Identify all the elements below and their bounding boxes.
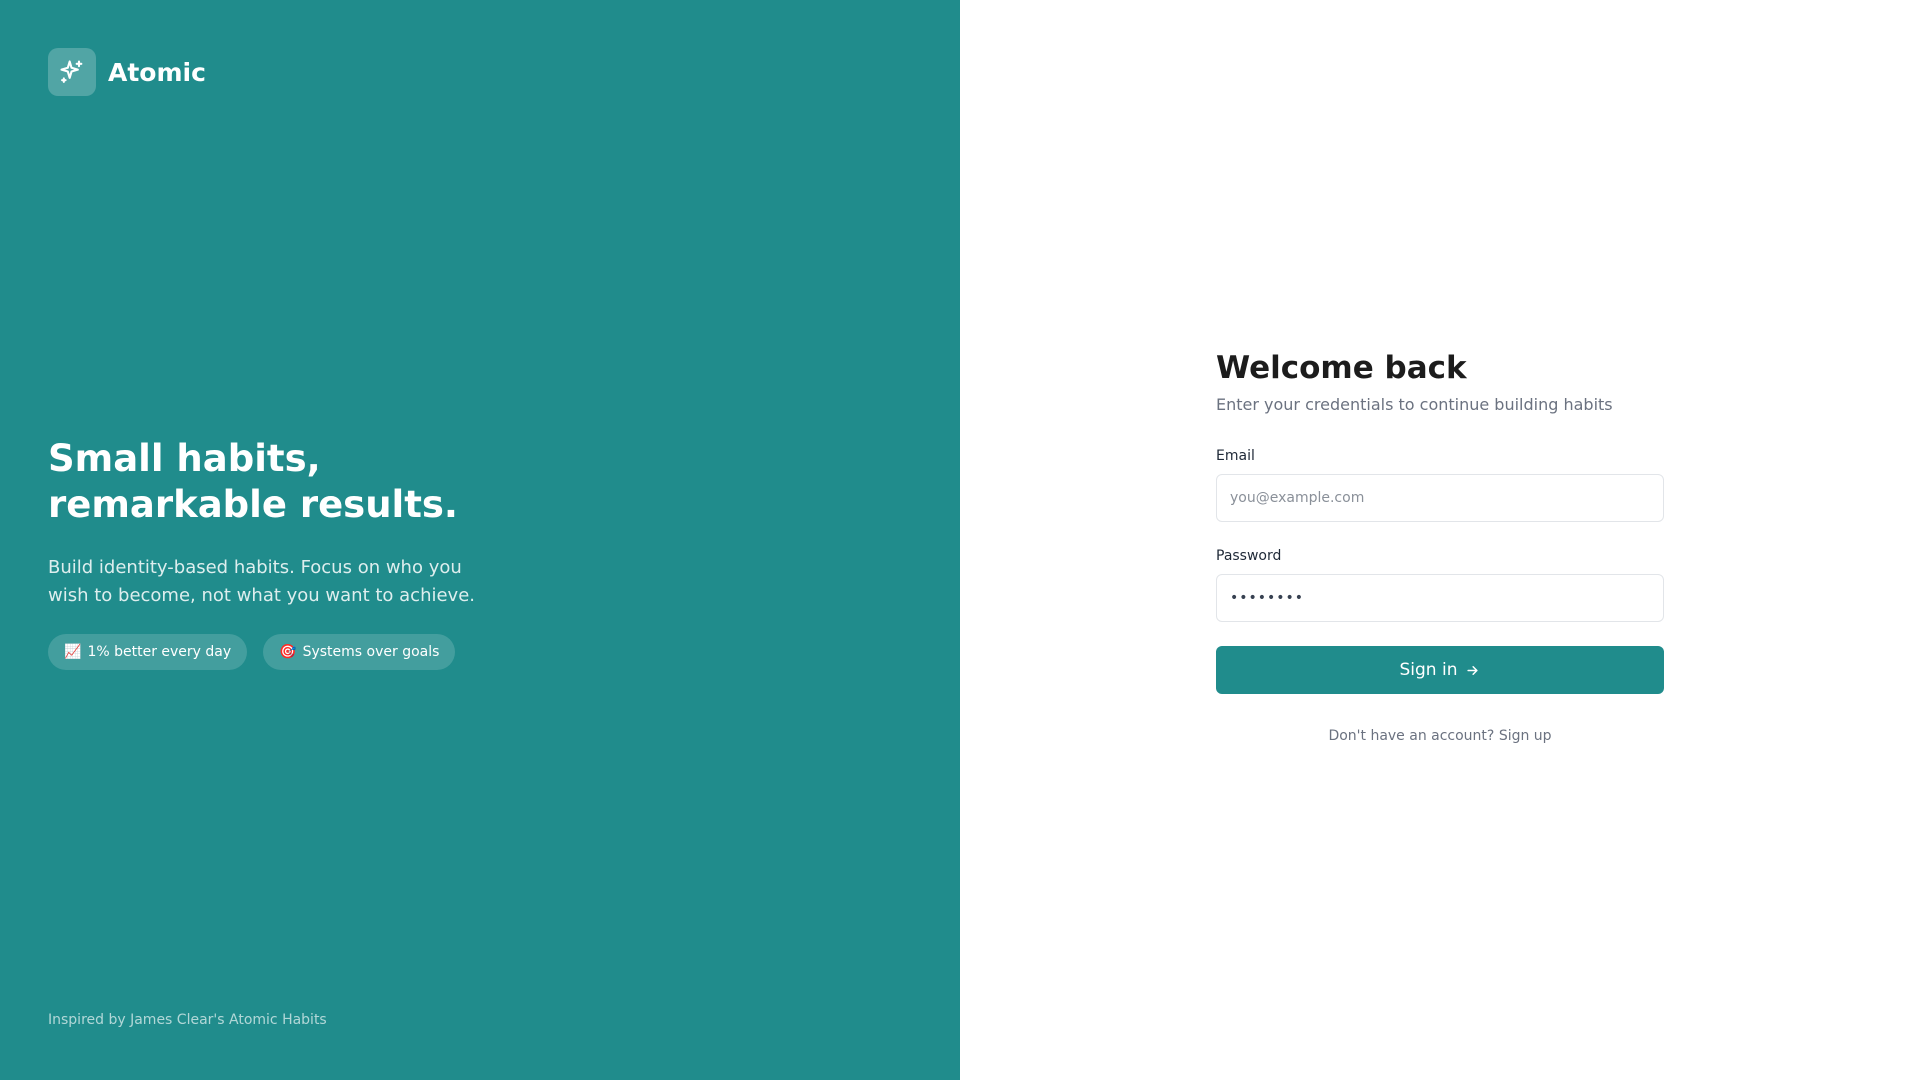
brand-logo	[48, 48, 96, 96]
feature-pill-label: Systems over goals	[302, 644, 440, 660]
password-label: Password	[1216, 548, 1282, 564]
login-page: Atomic Small habits, remarkable results.…	[0, 0, 1920, 1080]
feature-pill: 📈 1% better every day	[48, 634, 248, 670]
feature-pill-label: 1% better every day	[87, 644, 232, 660]
form-title: Welcome back	[1216, 350, 1467, 386]
sparkles-icon	[60, 60, 83, 83]
email-label: Email	[1216, 448, 1255, 464]
signup-prompt: Don't have an account?	[1328, 728, 1495, 744]
password-field[interactable]	[1216, 574, 1664, 622]
hero: Small habits, remarkable results. Build …	[48, 436, 568, 670]
login-form: Welcome back Enter your credentials to c…	[1216, 348, 1664, 744]
footer-note: Inspired by James Clear's Atomic Habits	[48, 1012, 327, 1028]
arrow-right-icon	[1465, 663, 1480, 678]
login-panel: Welcome back Enter your credentials to c…	[960, 0, 1920, 1080]
hero-title: Small habits, remarkable results.	[48, 436, 568, 528]
signup-row: Don't have an account? Sign up	[1216, 728, 1664, 744]
sign-up-link[interactable]: Sign up	[1499, 728, 1552, 744]
brand[interactable]: Atomic	[48, 48, 206, 96]
sign-in-button[interactable]: Sign in	[1216, 646, 1664, 694]
email-field[interactable]	[1216, 474, 1664, 522]
chart-increasing-icon: 📈	[64, 644, 82, 660]
feature-pill: 🎯 Systems over goals	[263, 634, 456, 670]
brand-name: Atomic	[108, 57, 206, 87]
hero-subtitle: Build identity-based habits. Focus on wh…	[48, 557, 476, 606]
target-icon: 🎯	[279, 644, 297, 660]
brand-panel: Atomic Small habits, remarkable results.…	[0, 0, 960, 1080]
sign-in-label: Sign in	[1399, 660, 1458, 680]
hero-title-line-2: remarkable results.	[48, 483, 458, 526]
hero-title-line-1: Small habits,	[48, 437, 321, 480]
form-subtitle: Enter your credentials to continue build…	[1216, 395, 1613, 414]
feature-pills: 📈 1% better every day 🎯 Systems over goa…	[48, 634, 568, 670]
